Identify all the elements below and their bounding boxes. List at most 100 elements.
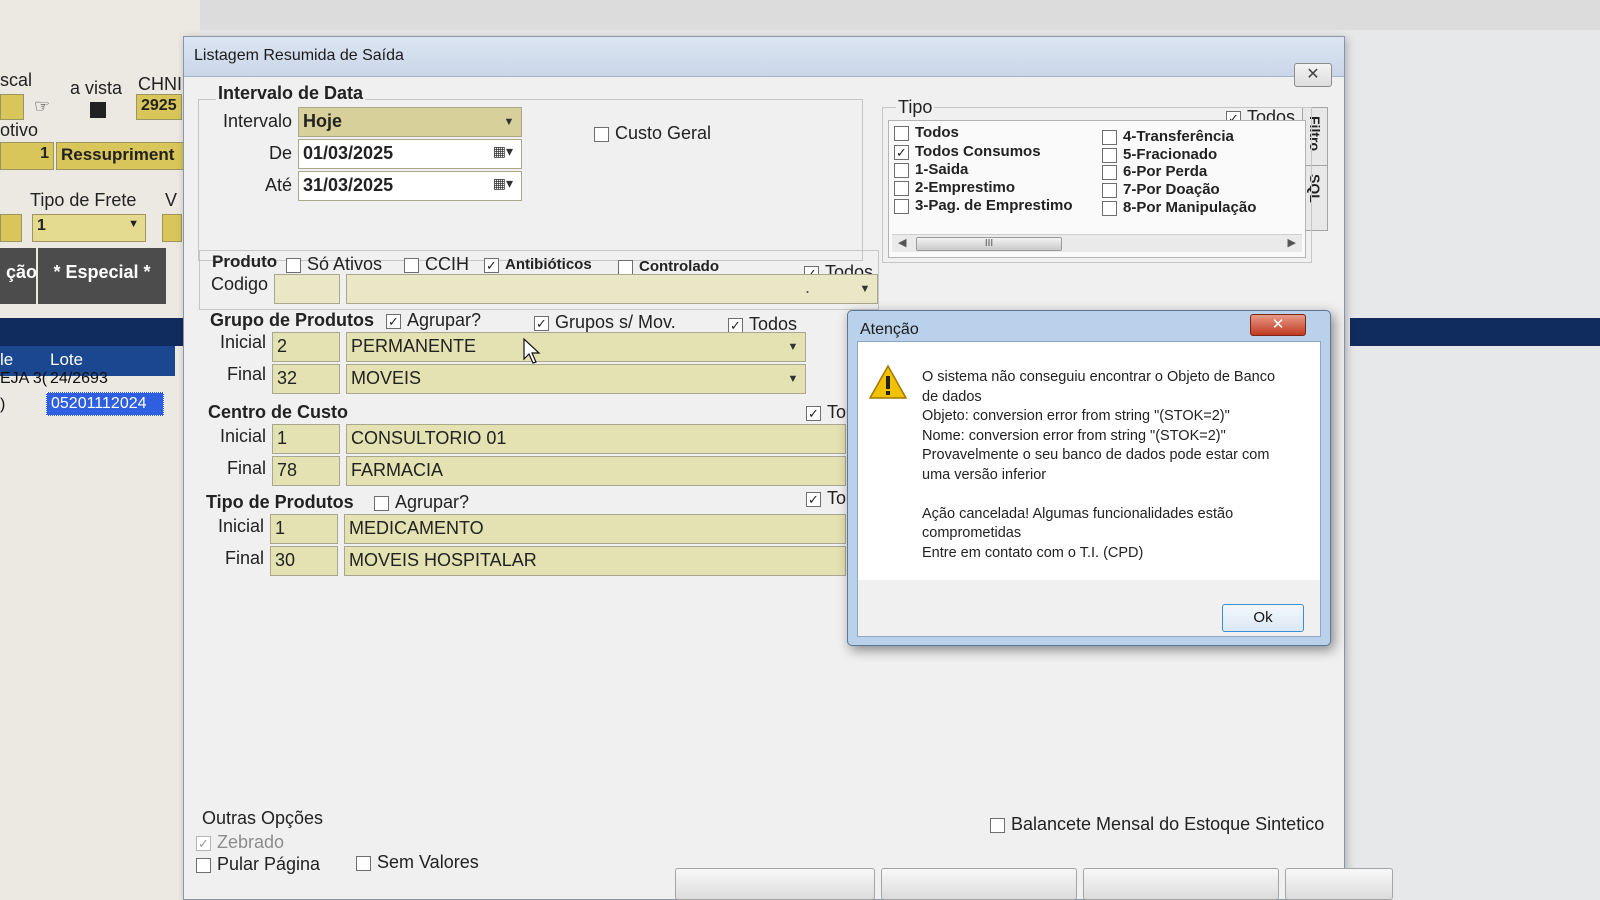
checkbox-box[interactable]: ✓ xyxy=(806,491,821,507)
bottom-button[interactable] xyxy=(1083,868,1279,900)
bg-grid-col-le[interactable]: le xyxy=(0,350,13,370)
checkbox-box[interactable]: ✓ xyxy=(484,257,499,273)
bottom-button[interactable] xyxy=(675,868,875,900)
bottom-button[interactable] xyxy=(881,868,1077,900)
tipo-horizontal-scrollbar[interactable]: ◀ III ▶ xyxy=(892,234,1302,252)
tipo-item[interactable]: Todos xyxy=(894,124,959,141)
so-ativos-checkbox[interactable]: Só Ativos xyxy=(286,254,382,275)
intervalo-select[interactable]: Hoje ▼ xyxy=(298,107,522,137)
tipo-item[interactable]: 5-Fracionado xyxy=(1102,146,1217,163)
grupo-final-name: MOVEIS xyxy=(351,368,422,388)
sem-valores-checkbox[interactable]: Sem Valores xyxy=(356,852,479,873)
controlado-checkbox[interactable]: Controlado xyxy=(618,258,719,275)
bg-field-fiscal[interactable] xyxy=(0,94,24,120)
tipo-produtos-todos-checkbox[interactable]: ✓ To xyxy=(806,488,846,509)
calendar-icon[interactable]: ▦▾ xyxy=(493,175,513,192)
bg-grid-selected-cell[interactable]: 05201112024 xyxy=(46,392,164,416)
checkbox-box[interactable]: ✓ xyxy=(386,313,401,329)
ate-label: Até xyxy=(264,175,292,195)
checkbox-box[interactable]: ✓ xyxy=(534,315,549,331)
grupo-agrupar-checkbox[interactable]: ✓ Agrupar? xyxy=(386,310,481,331)
bg-field-motivo-value[interactable]: Ressupriment xyxy=(56,142,186,170)
window-close-button[interactable]: ✕ xyxy=(1294,63,1332,87)
custo-geral-checkbox[interactable]: Custo Geral xyxy=(594,123,711,144)
bg-grid-cell[interactable]: ) xyxy=(0,396,5,414)
grupo-inicial-code-input[interactable]: 2 xyxy=(272,332,340,362)
dialog-close-button[interactable]: ✕ xyxy=(1250,314,1306,336)
grupo-inicial-name: PERMANENTE xyxy=(351,336,477,356)
tipo-item[interactable]: 3-Pag. de Emprestimo xyxy=(894,197,1073,214)
ok-button[interactable]: Ok xyxy=(1222,604,1304,632)
tipo-item[interactable]: 4-Transferência xyxy=(1102,128,1234,145)
grupo-inicial-select[interactable]: PERMANENTE ▼ xyxy=(346,332,806,362)
zebrado-checkbox[interactable]: ✓ Zebrado xyxy=(196,832,284,853)
checkbox-box[interactable] xyxy=(894,125,909,141)
checkbox-box[interactable]: ✓ xyxy=(894,144,909,160)
bg-field-motivo-code[interactable]: 1 xyxy=(0,142,54,170)
bg-frete-select[interactable]: 1 ▼ xyxy=(32,214,146,242)
centro-final-code-input[interactable]: 78 xyxy=(272,456,340,486)
ccih-checkbox[interactable]: CCIH xyxy=(404,254,469,275)
checkbox-box[interactable] xyxy=(990,817,1005,833)
checkbox-box[interactable] xyxy=(404,257,419,273)
ate-date-input[interactable]: 31/03/2025 ▦▾ xyxy=(298,171,522,201)
bg-tab-cao[interactable]: ção xyxy=(0,248,37,304)
checkbox-box[interactable] xyxy=(356,855,371,871)
checkbox-box[interactable] xyxy=(894,198,909,214)
checkbox-box[interactable] xyxy=(374,495,389,511)
background-app-panel: scal a vista CHNI ☞ 2925 otivo 1 Ressupr… xyxy=(0,0,200,900)
checkbox-box[interactable]: ✓ xyxy=(806,405,821,421)
grupos-sem-mov-checkbox[interactable]: ✓ Grupos s/ Mov. xyxy=(534,312,676,333)
bg-tab-especial[interactable]: * Especial * xyxy=(38,248,166,304)
calendar-icon[interactable]: ▦▾ xyxy=(493,143,513,160)
tipo-item[interactable]: 1-Saida xyxy=(894,161,968,178)
checkbox-box[interactable] xyxy=(594,126,609,142)
pular-pagina-checkbox[interactable]: Pular Página xyxy=(196,854,320,875)
balancete-checkbox[interactable]: Balancete Mensal do Estoque Sintetico xyxy=(990,814,1324,835)
checkbox-box[interactable] xyxy=(1102,129,1117,145)
de-date-input[interactable]: 01/03/2025 ▦▾ xyxy=(298,139,522,169)
scroll-right-arrow-icon[interactable]: ▶ xyxy=(1288,236,1296,249)
bg-field-2925[interactable]: 2925 xyxy=(136,94,182,120)
centro-inicial-code-input[interactable]: 1 xyxy=(272,424,340,454)
antibioticos-checkbox[interactable]: ✓ Antibióticos xyxy=(484,256,592,273)
checkbox-box[interactable] xyxy=(1102,200,1117,216)
tipo-item[interactable]: ✓ Todos Consumos xyxy=(894,143,1041,160)
grupo-final-code-input[interactable]: 32 xyxy=(272,364,340,394)
centro-todos-checkbox[interactable]: ✓ To xyxy=(806,402,846,423)
centro-final-name[interactable]: FARMACIA xyxy=(346,456,846,486)
tipo-item[interactable]: 7-Por Doação xyxy=(1102,181,1220,198)
a-vista-checkbox[interactable] xyxy=(90,102,106,118)
tipo-item[interactable]: 8-Por Manipulação xyxy=(1102,199,1256,216)
checkbox-box[interactable]: ✓ xyxy=(196,835,211,851)
centro-inicial-name[interactable]: CONSULTORIO 01 xyxy=(346,424,846,454)
bg-grid-cell[interactable]: EJA 3( xyxy=(0,370,47,388)
tipo-item[interactable]: 6-Por Perda xyxy=(1102,163,1207,180)
checkbox-box[interactable] xyxy=(894,162,909,178)
tipo-agrupar-checkbox[interactable]: Agrupar? xyxy=(374,492,469,513)
tipo-final-name[interactable]: MOVEIS HOSPITALAR xyxy=(344,546,846,576)
checkbox-box[interactable] xyxy=(1102,182,1117,198)
bg-grid-col-lote[interactable]: Lote xyxy=(50,350,83,370)
checkbox-box[interactable] xyxy=(196,857,211,873)
bg-grid-cell[interactable]: 24/2693 xyxy=(50,370,108,388)
tipo-final-code-input[interactable]: 30 xyxy=(270,546,338,576)
checkbox-box[interactable] xyxy=(1102,147,1117,163)
scroll-thumb[interactable]: III xyxy=(916,237,1062,251)
hand-pointer-icon[interactable]: ☞ xyxy=(34,96,50,117)
codigo-input[interactable] xyxy=(274,274,340,304)
produto-name-select[interactable]: . ▼ xyxy=(346,274,878,304)
bottom-button[interactable] xyxy=(1285,868,1393,900)
intervalo-value: Hoje xyxy=(303,111,343,131)
scroll-left-arrow-icon[interactable]: ◀ xyxy=(898,236,906,249)
checkbox-box[interactable]: ✓ xyxy=(728,317,743,333)
checkbox-box[interactable] xyxy=(286,257,301,273)
tipo-inicial-name[interactable]: MEDICAMENTO xyxy=(344,514,846,544)
tipo-inicial-code-input[interactable]: 1 xyxy=(270,514,338,544)
grupos-sem-mov-label: Grupos s/ Mov. xyxy=(555,312,676,332)
grupo-final-select[interactable]: MOVEIS ▼ xyxy=(346,364,806,394)
checkbox-box[interactable] xyxy=(618,259,633,275)
checkbox-box[interactable] xyxy=(894,180,909,196)
checkbox-box[interactable] xyxy=(1102,164,1117,180)
tipo-item[interactable]: 2-Emprestimo xyxy=(894,179,1015,196)
